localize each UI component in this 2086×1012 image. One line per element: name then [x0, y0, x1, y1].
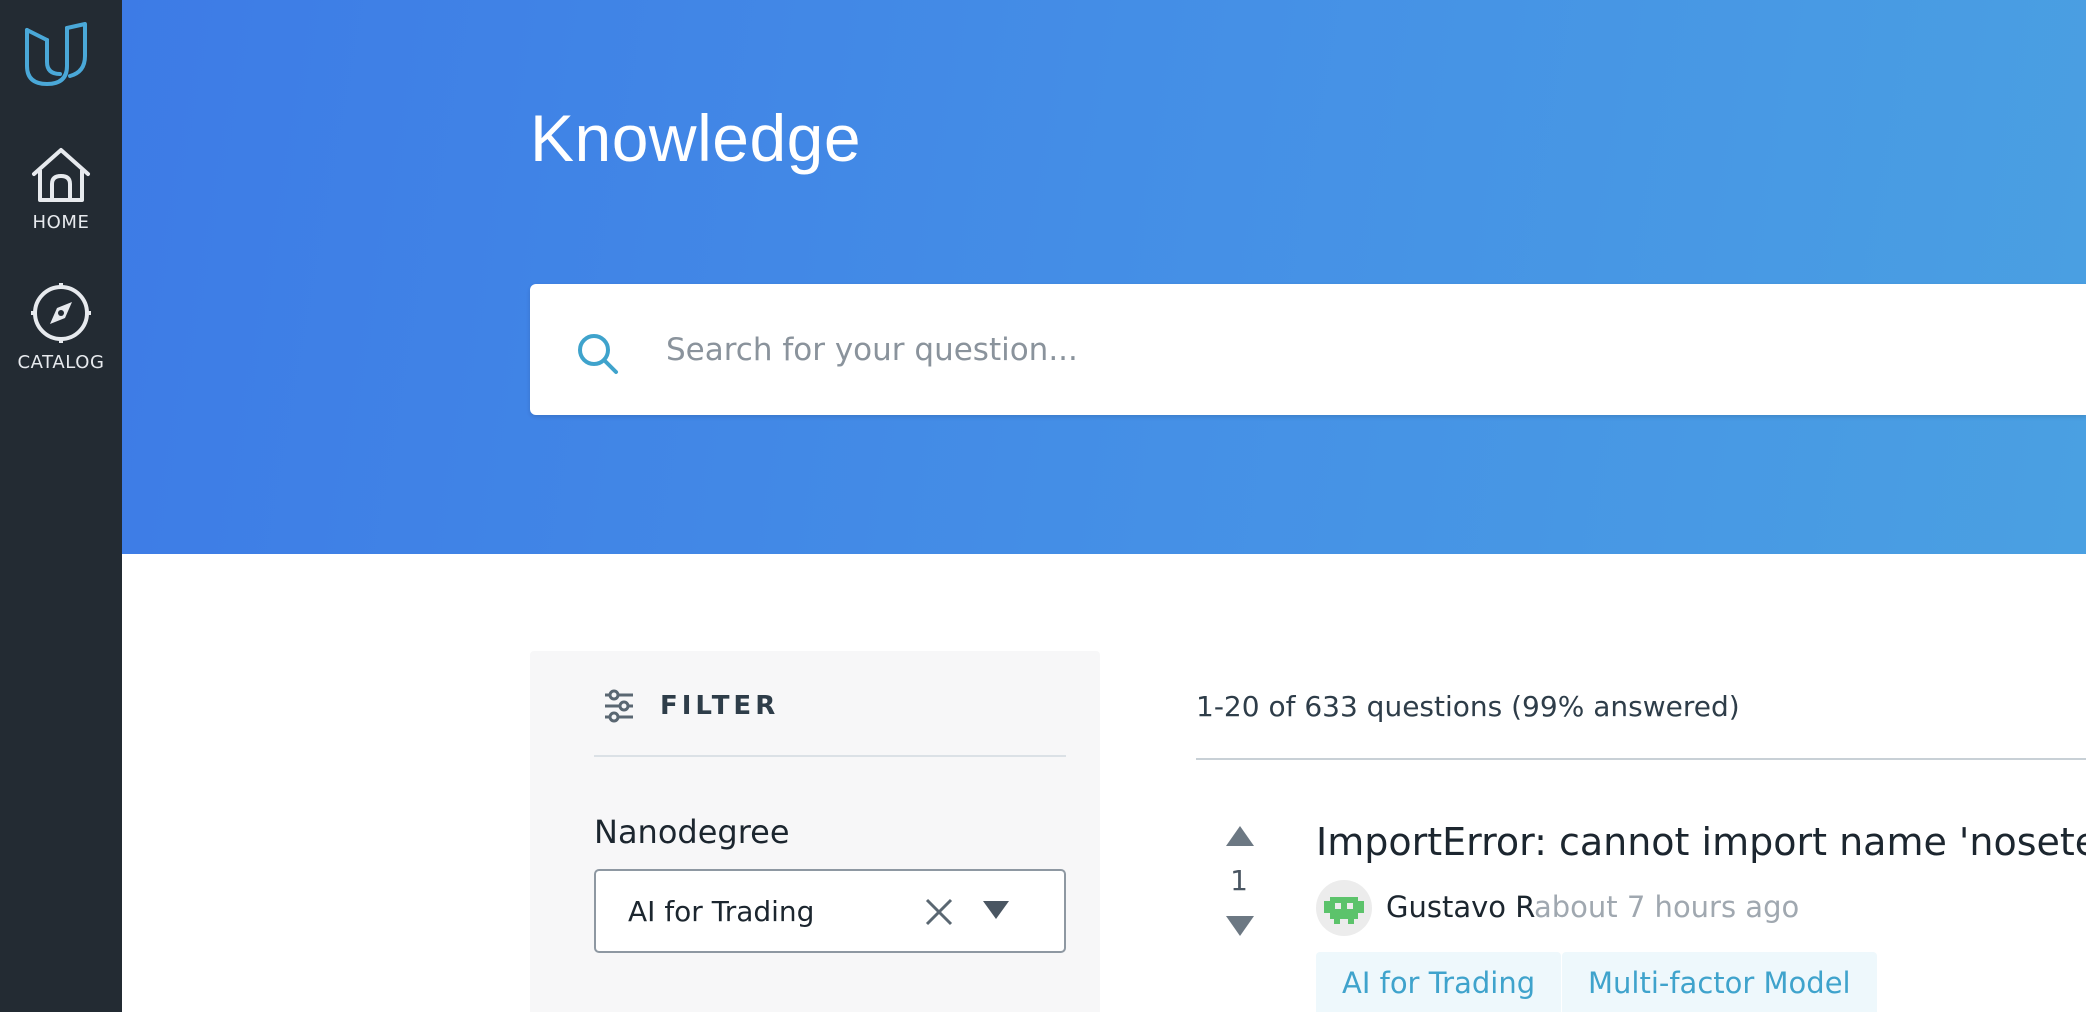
- results-count: 1-20 of 633 questions (99% answered): [1196, 690, 1740, 723]
- downvote-icon[interactable]: [1226, 914, 1254, 936]
- tag-chip[interactable]: Multi-factor Model: [1562, 952, 1877, 1012]
- avatar: [1316, 880, 1372, 936]
- nanodegree-label: Nanodegree: [594, 813, 790, 851]
- avatar-icon: [1324, 897, 1364, 924]
- udacity-logo-icon[interactable]: [22, 22, 92, 90]
- sidebar-item-label: HOME: [32, 212, 90, 233]
- author-name[interactable]: Gustavo R: [1386, 890, 1535, 924]
- nanodegree-selected-value: AI for Trading: [628, 895, 815, 928]
- filter-header: FILTER: [602, 689, 779, 723]
- tag-chip[interactable]: AI for Trading: [1316, 952, 1562, 1012]
- search-input[interactable]: [666, 320, 2046, 380]
- question-title[interactable]: ImportError: cannot import name 'nosetes…: [1316, 820, 2086, 864]
- sidebar-item-catalog[interactable]: CATALOG: [0, 282, 122, 373]
- chevron-down-icon[interactable]: [983, 901, 1009, 921]
- sidebar: HOME CATALOG: [0, 0, 122, 1012]
- sliders-icon: [605, 689, 633, 723]
- filter-title: FILTER: [660, 691, 780, 721]
- search-bar: [530, 284, 2086, 415]
- vote-count: 1: [1230, 864, 1248, 897]
- question-row: 1 ImportError: cannot import name 'noset…: [1196, 800, 2086, 1012]
- hero-banner: Knowledge: [122, 0, 2086, 554]
- close-icon[interactable]: [924, 897, 954, 927]
- nanodegree-select[interactable]: AI for Trading: [594, 869, 1066, 953]
- search-icon: [578, 334, 618, 374]
- divider: [1196, 758, 2086, 760]
- sidebar-item-home[interactable]: HOME: [0, 146, 122, 233]
- post-time: about 7 hours ago: [1534, 890, 1800, 924]
- compass-icon: [31, 283, 91, 343]
- upvote-icon[interactable]: [1226, 826, 1254, 848]
- sidebar-item-label: CATALOG: [17, 352, 105, 373]
- divider: [594, 755, 1066, 757]
- home-icon: [32, 148, 90, 202]
- filter-panel: FILTER Nanodegree AI for Trading: [530, 651, 1100, 1012]
- page-title: Knowledge: [530, 101, 862, 175]
